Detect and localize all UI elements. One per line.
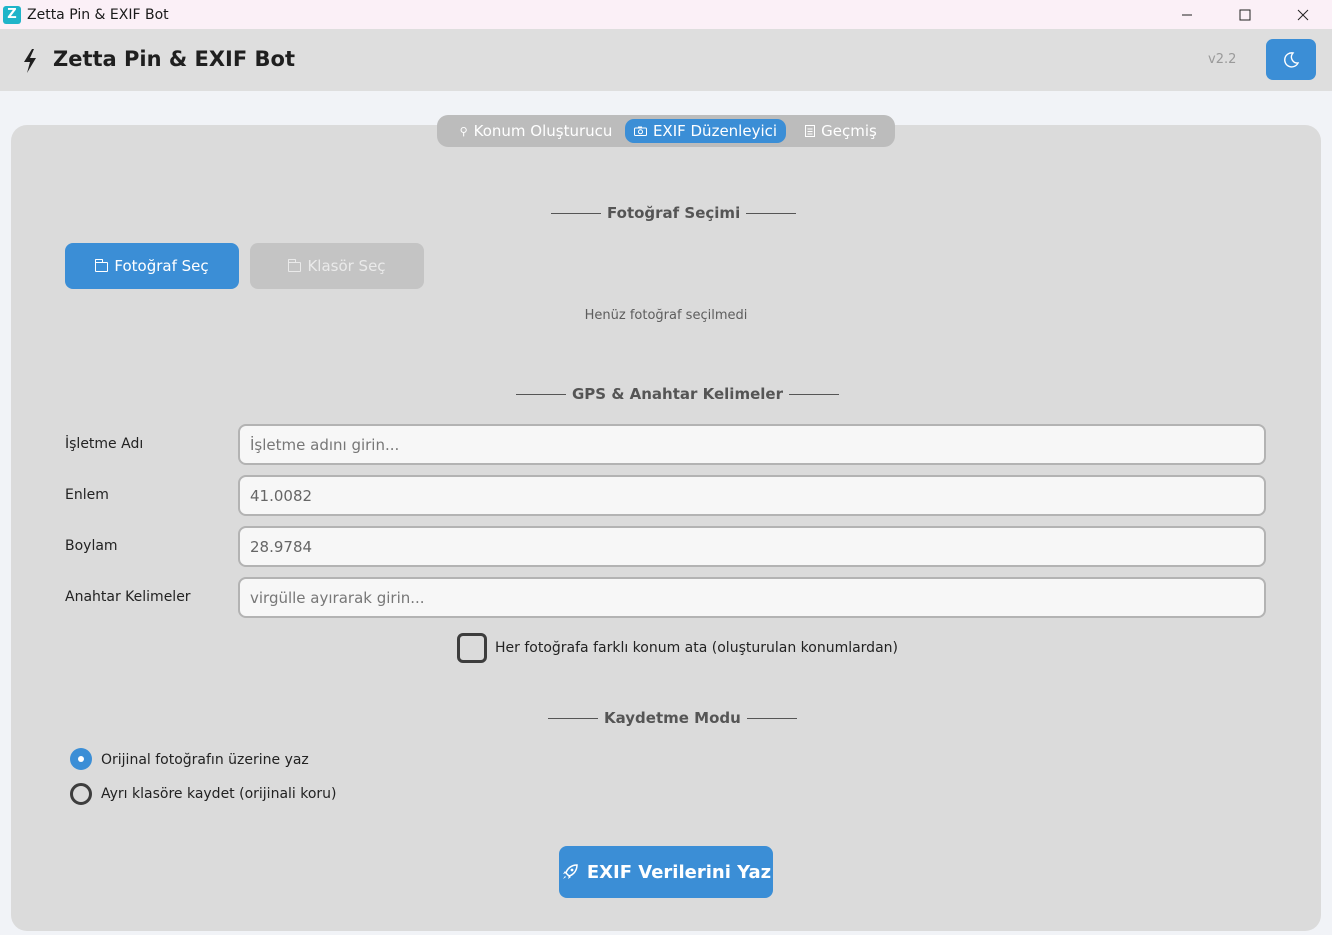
select-photo-button[interactable]: Fotoğraf Seç (65, 243, 239, 289)
write-exif-button[interactable]: EXIF Verilerini Yaz (559, 846, 773, 898)
divider (516, 393, 566, 395)
tab-label: Geçmiş (821, 122, 877, 140)
random-location-checkbox[interactable] (457, 633, 487, 663)
gps-section-title: GPS & Anahtar Kelimeler (516, 385, 839, 403)
overwrite-original-radio[interactable] (70, 748, 92, 770)
app-logo-icon: Z (3, 5, 21, 24)
business-name-input[interactable] (238, 424, 1266, 465)
bolt-icon (24, 49, 36, 73)
section-title-text: GPS & Anahtar Kelimeler (572, 385, 783, 403)
version-label: v2.2 (1208, 52, 1237, 67)
latitude-input[interactable] (238, 475, 1266, 516)
close-icon (1297, 9, 1309, 20)
minimize-button[interactable] (1158, 0, 1216, 29)
theme-toggle-button[interactable] (1266, 39, 1316, 80)
keywords-input[interactable] (238, 577, 1266, 618)
maximize-button[interactable] (1216, 0, 1274, 29)
window-title: Zetta Pin & EXIF Bot (27, 6, 169, 23)
camera-icon (633, 126, 647, 136)
save-separate-folder-radio[interactable] (70, 783, 92, 805)
divider (788, 393, 839, 395)
longitude-input[interactable] (238, 526, 1266, 567)
divider (746, 212, 797, 214)
longitude-label: Boylam (65, 538, 118, 554)
select-folder-button[interactable]: Klasör Seç (250, 243, 424, 289)
app-header: Zetta Pin & EXIF Bot v2.2 (0, 29, 1332, 91)
section-title-text: Fotoğraf Seçimi (607, 204, 741, 222)
folder-open-icon (288, 259, 302, 272)
window-controls (1158, 0, 1332, 29)
section-title-text: Kaydetme Modu (604, 709, 741, 727)
tab-label: EXIF Düzenleyici (652, 122, 778, 140)
photo-section-title: Fotoğraf Seçimi (551, 204, 797, 222)
divider (548, 717, 598, 719)
select-photo-label: Fotoğraf Seç (114, 257, 209, 275)
close-button[interactable] (1274, 0, 1332, 29)
overwrite-original-label: Orijinal fotoğrafın üzerine yaz (101, 752, 309, 768)
folder-icon (95, 259, 109, 272)
minimize-icon (1182, 14, 1192, 15)
write-exif-label: EXIF Verilerini Yaz (586, 861, 772, 883)
tab-bar: ⚲ Konum Oluşturucu EXIF Düzenleyici Geçm… (437, 115, 895, 147)
tab-exif-duzenleyici[interactable]: EXIF Düzenleyici (625, 119, 786, 143)
document-icon (805, 125, 816, 137)
maximize-icon (1239, 9, 1251, 20)
photo-status: Henüz fotoğraf seçilmedi (584, 308, 748, 323)
save-separate-folder-label: Ayrı klasöre kaydet (orijinali koru) (101, 786, 337, 802)
select-folder-label: Klasör Seç (307, 257, 386, 275)
business-name-label: İşletme Adı (65, 436, 144, 452)
rocket-icon (562, 864, 578, 879)
tab-gecmis[interactable]: Geçmiş (793, 119, 889, 143)
pin-icon: ⚲ (459, 124, 468, 138)
latitude-label: Enlem (65, 487, 109, 503)
window-titlebar: Z Zetta Pin & EXIF Bot (0, 0, 1332, 29)
keywords-label: Anahtar Kelimeler (65, 589, 191, 605)
random-location-label: Her fotoğrafa farklı konum ata (oluşturu… (495, 640, 898, 656)
moon-icon (1284, 51, 1300, 68)
save-mode-section-title: Kaydetme Modu (548, 709, 797, 727)
app-title: Zetta Pin & EXIF Bot (53, 47, 295, 71)
tab-konum-olusturucu[interactable]: ⚲ Konum Oluşturucu (447, 119, 625, 143)
tab-label: Konum Oluşturucu (473, 122, 613, 140)
divider (551, 212, 601, 214)
divider (746, 717, 797, 719)
